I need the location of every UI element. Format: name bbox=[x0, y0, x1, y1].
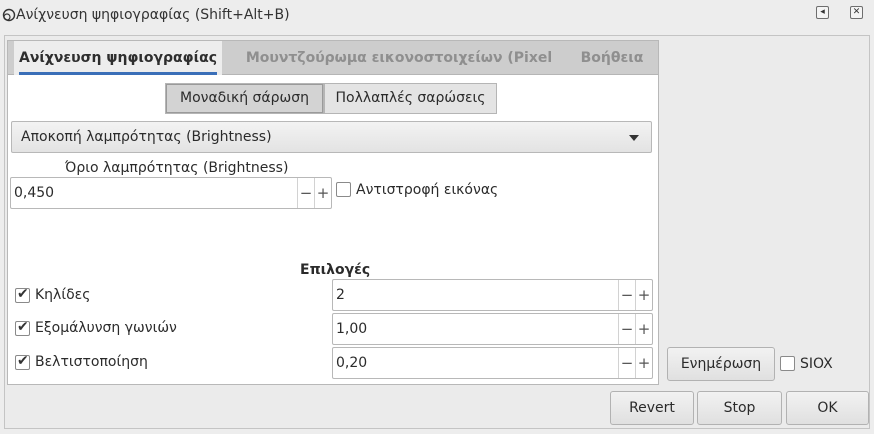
restore-icon[interactable]: ◂ bbox=[816, 6, 829, 19]
speckles-spinbox[interactable]: 2 − + bbox=[332, 279, 653, 311]
threshold-spinbox[interactable]: 0,450 − + bbox=[10, 177, 332, 209]
siox-checkbox[interactable] bbox=[780, 356, 795, 371]
smooth-corners-label: Εξομάλυνση γωνιών bbox=[35, 320, 177, 336]
invert-checkbox[interactable] bbox=[336, 182, 351, 197]
optimize-value: 0,20 bbox=[336, 355, 368, 371]
siox-label: SIOX bbox=[800, 356, 833, 372]
speckles-value: 2 bbox=[336, 287, 345, 303]
ok-button[interactable]: OK bbox=[786, 391, 869, 425]
tab-help[interactable]: Βοήθεια bbox=[572, 41, 652, 75]
increment-icon[interactable]: + bbox=[635, 280, 652, 310]
optimize-checkbox[interactable] bbox=[15, 353, 30, 370]
tab-bitmap-trace[interactable]: Ανίχνευση ψηφιογραφίας bbox=[14, 41, 222, 75]
decrement-icon[interactable]: − bbox=[297, 178, 314, 208]
title-bar: Ανίχνευση ψηφιογραφίας (Shift+Alt+B) ◂ ✕ bbox=[0, 0, 874, 30]
smooth-corners-spinbox[interactable]: 1,00 − + bbox=[332, 313, 653, 345]
single-scan-button[interactable]: Μοναδική σάρωση bbox=[165, 83, 324, 114]
app-icon bbox=[2, 8, 16, 22]
decrement-icon[interactable]: − bbox=[618, 348, 635, 378]
window-title: Ανίχνευση ψηφιογραφίας (Shift+Alt+B) bbox=[16, 7, 290, 23]
options-heading: Επιλογές bbox=[300, 262, 371, 278]
invert-label: Αντιστροφή εικόνας bbox=[356, 182, 499, 198]
close-icon[interactable]: ✕ bbox=[850, 6, 863, 19]
increment-icon[interactable]: + bbox=[635, 348, 652, 378]
tab-pixel-art[interactable]: Μουντζούρωμα εικονοστοιχείων (Pixel art) bbox=[234, 41, 564, 100]
speckles-checkbox[interactable] bbox=[15, 286, 30, 303]
chevron-down-icon bbox=[629, 135, 639, 141]
threshold-value: 0,450 bbox=[14, 185, 55, 201]
method-dropdown[interactable]: Αποκοπή λαμπρότητας (Brightness) bbox=[11, 121, 652, 153]
decrement-icon[interactable]: − bbox=[618, 314, 635, 344]
optimize-spinbox[interactable]: 0,20 − + bbox=[332, 347, 653, 379]
threshold-label: Όριο λαμπρότητας (Brightness) bbox=[65, 160, 289, 176]
smooth-corners-checkbox[interactable] bbox=[15, 319, 30, 336]
speckles-label: Κηλίδες bbox=[35, 287, 91, 303]
optimize-label: Βελτιστοποίηση bbox=[35, 354, 148, 370]
revert-button[interactable]: Revert bbox=[610, 391, 694, 425]
stop-button[interactable]: Stop bbox=[697, 391, 782, 425]
tab-bar: Ανίχνευση ψηφιογραφίας Μουντζούρωμα εικο… bbox=[8, 41, 658, 100]
method-dropdown-value: Αποκοπή λαμπρότητας (Brightness) bbox=[21, 129, 272, 145]
update-button[interactable]: Ενημέρωση bbox=[667, 347, 775, 381]
decrement-icon[interactable]: − bbox=[618, 280, 635, 310]
increment-icon[interactable]: + bbox=[314, 178, 331, 208]
increment-icon[interactable]: + bbox=[635, 314, 652, 344]
multiple-scans-button[interactable]: Πολλαπλές σαρώσεις bbox=[324, 83, 497, 114]
smooth-corners-value: 1,00 bbox=[336, 321, 368, 337]
